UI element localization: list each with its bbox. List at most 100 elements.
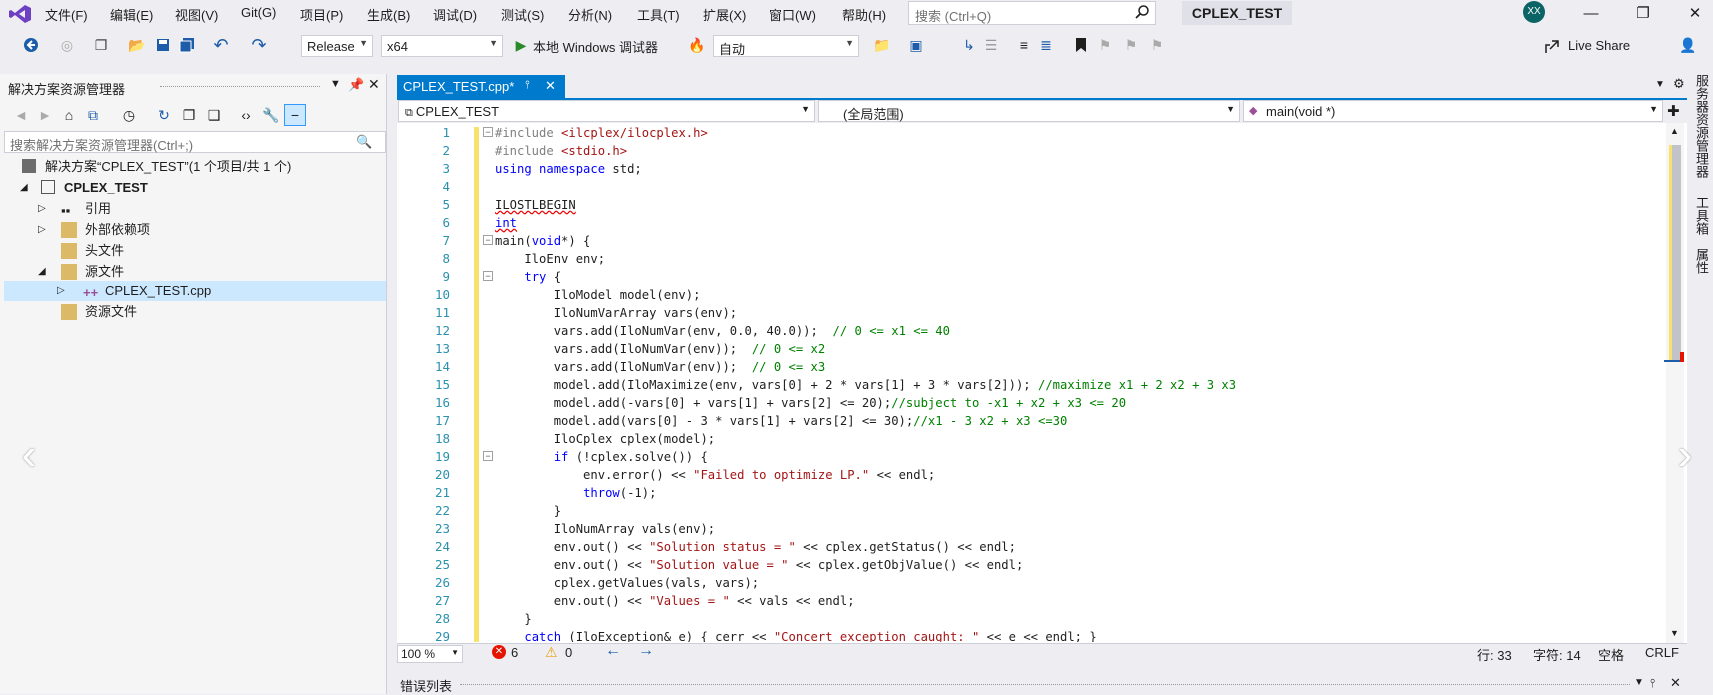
clear-bookmarks-icon[interactable]: ⚑ xyxy=(1148,36,1166,54)
warning-count[interactable]: 0 xyxy=(565,645,572,660)
collapsed-icon[interactable]: ▷ xyxy=(38,220,46,240)
zoom-select[interactable]: 100 % ▼ xyxy=(397,645,463,663)
scroll-down-icon[interactable]: ▼ xyxy=(1670,628,1679,638)
chevron-right-icon[interactable]: › xyxy=(1670,430,1700,480)
restore-button[interactable]: ❐ xyxy=(1620,0,1666,28)
tree-item-cpp-file[interactable]: ▷ ++ CPLEX_TEST.cpp xyxy=(4,281,386,301)
pin-icon[interactable]: 📌 xyxy=(348,77,364,93)
nav-member-select[interactable]: ◆ main(void *) ▼ xyxy=(1243,100,1663,122)
expanded-icon[interactable]: ◢ xyxy=(38,262,46,282)
outdent-icon[interactable]: ≡ xyxy=(1015,36,1033,54)
tab-list-icon[interactable]: ▼ xyxy=(1655,79,1665,90)
menu-extensions[interactable]: 扩展(X) xyxy=(703,5,746,23)
search-icon[interactable]: 🔍 xyxy=(356,134,372,150)
search-input[interactable]: 搜索 (Ctrl+Q) xyxy=(908,1,1156,25)
menu-tools[interactable]: 工具(T) xyxy=(637,5,680,23)
whitespace-indicator[interactable]: 空格 xyxy=(1598,645,1624,664)
bookmark-icon[interactable] xyxy=(1072,36,1090,54)
visual-studio-logo-icon[interactable] xyxy=(8,4,32,24)
pin-tab-icon[interactable]: ⫯ xyxy=(525,79,530,92)
fold-toggle[interactable]: − xyxy=(483,451,493,461)
sync-icon[interactable]: ↻ xyxy=(155,106,173,124)
tree-item-source-files[interactable]: ◢ 源文件 xyxy=(4,262,386,282)
hot-reload-icon[interactable]: 🔥 xyxy=(688,36,706,54)
panel-menu-icon[interactable]: ▼ xyxy=(330,78,341,90)
close-tab-icon[interactable]: ✕ xyxy=(545,78,556,94)
home-icon[interactable]: ⌂ xyxy=(60,106,78,124)
switch-views-icon[interactable]: ⧉ xyxy=(84,106,102,124)
back-icon[interactable]: ◄ xyxy=(12,106,30,124)
collapse-all-icon[interactable]: ❐ xyxy=(180,106,198,124)
panel-close-icon[interactable]: ✕ xyxy=(1670,675,1681,691)
settings-icon[interactable]: ⚙ xyxy=(1673,76,1685,92)
expanded-icon[interactable]: ◢ xyxy=(20,178,28,198)
navigate-back-icon[interactable] xyxy=(22,36,40,54)
line-indicator[interactable]: 行: 33 xyxy=(1477,645,1512,664)
error-list-title[interactable]: 错误列表 xyxy=(400,676,452,695)
tab-properties[interactable]: 属性 xyxy=(1693,248,1711,274)
collapsed-icon[interactable]: ▷ xyxy=(38,199,46,219)
live-share-button[interactable]: Live Share xyxy=(1568,38,1630,53)
forward-icon[interactable]: ► xyxy=(36,106,54,124)
close-button[interactable]: ✕ xyxy=(1672,0,1713,28)
next-issue-icon[interactable]: → xyxy=(638,642,654,660)
menu-view[interactable]: 视图(V) xyxy=(175,5,218,23)
panel-grip[interactable] xyxy=(160,86,320,88)
menu-analyze[interactable]: 分析(N) xyxy=(568,5,612,23)
menu-window[interactable]: 窗口(W) xyxy=(769,5,816,23)
tree-item-header-files[interactable]: 头文件 xyxy=(4,241,386,261)
scroll-up-icon[interactable]: ▲ xyxy=(1670,126,1679,136)
menu-build[interactable]: 生成(B) xyxy=(367,5,410,23)
minimize-button[interactable]: — xyxy=(1568,0,1614,28)
error-icon[interactable]: ✕ xyxy=(492,645,506,659)
nav-scope-select[interactable]: (全局范围) ▼ xyxy=(818,100,1240,122)
menu-help[interactable]: 帮助(H) xyxy=(842,5,886,23)
menu-test[interactable]: 测试(S) xyxy=(501,5,544,23)
fold-toggle[interactable]: − xyxy=(483,127,493,137)
tree-item-references[interactable]: ▷ ▪▪ 引用 xyxy=(4,199,386,219)
open-file-icon[interactable]: 📂 xyxy=(128,36,146,54)
warning-icon[interactable]: ⚠ xyxy=(545,644,558,661)
solution-config-select[interactable]: 自动 ▼ xyxy=(713,35,859,57)
redo-icon[interactable]: ↷ xyxy=(250,35,268,55)
pin-icon[interactable]: ⫯ xyxy=(1650,676,1655,691)
menu-project[interactable]: 项目(P) xyxy=(300,5,343,23)
code-view-icon[interactable]: ‹› xyxy=(237,106,255,124)
char-indicator[interactable]: 字符: 14 xyxy=(1533,645,1581,664)
tab-cplex-test-cpp[interactable]: CPLEX_TEST.cpp* ⫯ ✕ xyxy=(397,75,565,99)
platform-select[interactable]: x64 ▼ xyxy=(381,35,503,57)
navigate-forward-icon[interactable]: ◎ xyxy=(58,36,76,54)
menu-git[interactable]: Git(G) xyxy=(241,5,276,23)
split-editor-icon[interactable]: ✚ xyxy=(1667,102,1680,120)
tab-server-explorer[interactable]: 服务器资源管理器 xyxy=(1693,74,1711,178)
tree-item-resource-files[interactable]: 资源文件 xyxy=(4,302,386,322)
menu-edit[interactable]: 编辑(E) xyxy=(110,5,153,23)
save-icon[interactable] xyxy=(154,36,172,54)
error-count[interactable]: 6 xyxy=(511,645,518,660)
panel-close-icon[interactable]: ✕ xyxy=(368,76,380,93)
tab-toolbox[interactable]: 工具箱 xyxy=(1693,196,1711,235)
new-item-icon[interactable]: ❐ xyxy=(92,36,110,54)
solution-search-input[interactable]: 搜索解决方案资源管理器(Ctrl+;) xyxy=(4,131,386,153)
feedback-icon[interactable]: 👤 xyxy=(1679,36,1697,54)
screenshot-icon[interactable]: ▣ xyxy=(907,36,925,54)
prev-bookmark-icon[interactable]: ⚑ xyxy=(1096,36,1114,54)
comment-icon[interactable]: ≣ xyxy=(1037,36,1055,54)
menu-file[interactable]: 文件(F) xyxy=(45,5,88,23)
tree-item-solution[interactable]: 解决方案“CPLEX_TEST”(1 个项目/共 1 个) xyxy=(4,157,386,177)
find-in-files-icon[interactable]: 📁 xyxy=(873,36,891,54)
properties-wrench-icon[interactable]: 🔧 xyxy=(262,106,280,124)
prev-issue-icon[interactable]: ← xyxy=(605,642,621,660)
tree-item-external-deps[interactable]: ▷ 外部依赖项 xyxy=(4,220,386,240)
save-all-icon[interactable] xyxy=(178,36,196,54)
step-over-icon[interactable]: ☰ xyxy=(982,36,1000,54)
fold-toggle[interactable]: − xyxy=(483,271,493,281)
fold-toggle[interactable]: − xyxy=(483,235,493,245)
menu-debug[interactable]: 调试(D) xyxy=(433,5,477,23)
undo-icon[interactable]: ↶ xyxy=(212,35,230,55)
nav-project-select[interactable]: ⧉ CPLEX_TEST ▼ xyxy=(398,100,815,122)
next-bookmark-icon[interactable]: ⚑ xyxy=(1122,36,1140,54)
debugger-button[interactable]: 本地 Windows 调试器 xyxy=(533,37,658,56)
preview-selected-icon[interactable]: − xyxy=(284,104,306,126)
pending-changes-icon[interactable]: ◷ xyxy=(120,106,138,124)
